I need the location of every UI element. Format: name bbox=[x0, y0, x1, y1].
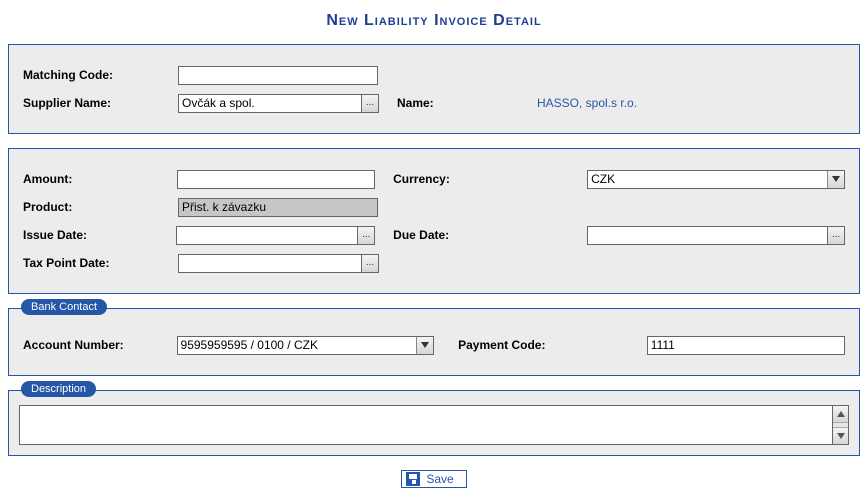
product-label: Product: bbox=[23, 200, 178, 214]
payment-code-input[interactable] bbox=[647, 336, 845, 355]
section-amounts: Amount: Currency: CZK Product: Issue Dat… bbox=[8, 148, 860, 294]
company-name-link[interactable]: HASSO, spol.s r.o. bbox=[537, 96, 637, 110]
scrollbar[interactable] bbox=[833, 405, 849, 445]
tax-point-date-input[interactable] bbox=[178, 254, 362, 273]
account-number-label: Account Number: bbox=[23, 338, 177, 352]
save-button[interactable]: Save bbox=[401, 470, 466, 488]
chevron-down-icon bbox=[827, 171, 844, 188]
save-button-label: Save bbox=[426, 472, 453, 486]
account-number-value: 9595959595 / 0100 / CZK bbox=[181, 338, 318, 352]
tax-point-date-picker-button[interactable]: ... bbox=[361, 254, 379, 273]
account-number-select[interactable]: 9595959595 / 0100 / CZK bbox=[177, 336, 435, 355]
matching-code-input[interactable] bbox=[178, 66, 378, 85]
currency-select[interactable]: CZK bbox=[587, 170, 845, 189]
due-date-label: Due Date: bbox=[393, 228, 512, 242]
supplier-name-label: Supplier Name: bbox=[23, 96, 178, 110]
save-icon bbox=[406, 472, 420, 486]
section-identity: Matching Code: Supplier Name: ... Name: … bbox=[8, 44, 860, 134]
section-bank-contact: Bank Contact Account Number: 9595959595 … bbox=[8, 308, 860, 376]
supplier-name-input[interactable] bbox=[178, 94, 362, 113]
due-date-picker-button[interactable]: ... bbox=[827, 226, 845, 245]
tax-point-date-label: Tax Point Date: bbox=[23, 256, 178, 270]
payment-code-label: Payment Code: bbox=[458, 338, 597, 352]
bank-contact-legend: Bank Contact bbox=[21, 299, 107, 315]
amount-input[interactable] bbox=[177, 170, 375, 189]
description-legend: Description bbox=[21, 381, 96, 397]
scroll-up-icon[interactable] bbox=[833, 406, 848, 423]
product-input bbox=[178, 198, 378, 217]
scroll-down-icon[interactable] bbox=[833, 427, 848, 444]
section-description: Description bbox=[8, 390, 860, 456]
issue-date-picker-button[interactable]: ... bbox=[357, 226, 375, 245]
currency-select-value: CZK bbox=[591, 172, 615, 186]
issue-date-input[interactable] bbox=[176, 226, 358, 245]
name-label: Name: bbox=[397, 96, 497, 110]
chevron-down-icon bbox=[416, 337, 433, 354]
description-textarea[interactable] bbox=[19, 405, 833, 445]
supplier-picker-button[interactable]: ... bbox=[361, 94, 379, 113]
currency-label: Currency: bbox=[393, 172, 512, 186]
issue-date-label: Issue Date: bbox=[23, 228, 176, 242]
page-title: New Liability Invoice Detail bbox=[8, 12, 860, 30]
amount-label: Amount: bbox=[23, 172, 177, 186]
due-date-input[interactable] bbox=[587, 226, 828, 245]
matching-code-label: Matching Code: bbox=[23, 68, 178, 82]
